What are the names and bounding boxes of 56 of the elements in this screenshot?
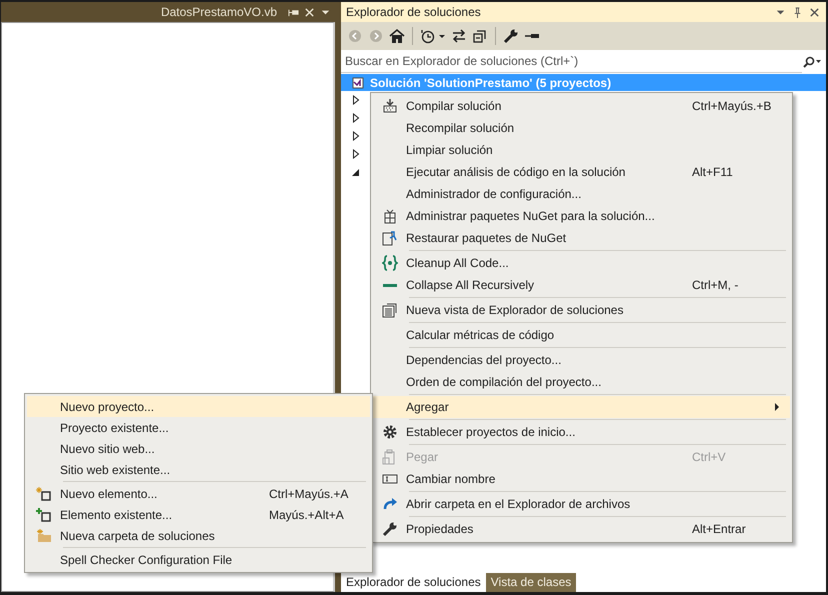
expanded-arrow-icon[interactable] [352,167,360,177]
package-icon [382,208,398,224]
menu-item[interactable]: Dependencias del proyecto... [373,349,790,371]
paste-icon [382,449,398,465]
sync-arrows-icon[interactable] [451,28,467,44]
menu-item[interactable]: Orden de compilación del proyecto... [373,371,790,393]
menu-item[interactable]: Nueva carpeta de soluciones [27,525,370,546]
menu-item[interactable]: Restaurar paquetes de NuGet [373,227,790,249]
panel-title: Explorador de soluciones [346,5,482,19]
collapsed-arrow-icon[interactable] [352,95,360,105]
menu-item[interactable]: Recompilar solución [373,117,790,139]
wrench-icon[interactable] [503,28,519,44]
collapse-all-icon[interactable] [472,28,488,44]
curved-arrow-icon [382,496,398,512]
pin-icon[interactable] [792,6,803,18]
menu-item[interactable]: Administrar paquetes NuGet para la solución... [373,205,790,227]
menu-item[interactable]: Nuevo proyecto... [27,396,370,417]
menu-item[interactable]: Compilar solución Ctrl+Mayús.+B [373,95,790,117]
menu-item[interactable]: Administrador de configuración... [373,183,790,205]
close-icon[interactable] [809,6,820,18]
new-item-icon [36,486,52,502]
menu-item[interactable]: Agregar [373,396,790,418]
menu-item[interactable]: Cambiar nombre [373,468,790,490]
menu-item[interactable]: Cleanup All Code... [373,252,790,274]
settings-icon [382,424,398,440]
document-tab-title[interactable]: DatosPrestamoVO.vb [160,5,277,19]
menu-item[interactable]: Sitio web existente... [27,459,370,480]
menu-item[interactable]: Ejecutar análisis de código en la solución Alt+F11 [373,161,790,183]
menu-item[interactable]: Collapse All Recursively Ctrl+M, - [373,274,790,296]
menu-item[interactable]: Elemento existente... Mayús.+Alt+A [27,504,370,525]
menu-item[interactable]: Nueva vista de Explorador de soluciones [373,299,790,321]
home-icon[interactable] [389,28,405,44]
menu-item[interactable]: Proyecto existente... [27,417,370,438]
menu-item[interactable]: Abrir carpeta en el Explorador de archivos [373,493,790,515]
menu-item[interactable]: Propiedades Alt+Entrar [373,518,790,540]
collapse-icon [382,284,396,286]
menu-item[interactable]: Spell Checker Configuration File [27,549,370,570]
build-icon [382,98,398,114]
menu-item[interactable]: Establecer proyectos de inicio... [373,421,790,443]
new-folder-icon [36,528,52,544]
menu-item[interactable]: Nuevo sitio web... [27,438,370,459]
panel-tab[interactable]: Vista de clases [486,573,576,592]
menu-item[interactable]: Limpiar solución [373,139,790,161]
history-icon[interactable] [420,28,436,44]
collapsed-arrow-icon[interactable] [352,113,360,123]
add-item-icon [36,506,52,522]
dropdown-icon[interactable] [438,32,446,40]
menu-item[interactable]: Calcular métricas de código [373,324,790,346]
solution-icon [352,76,364,88]
collapsed-arrow-icon[interactable] [352,131,360,141]
restore-package-icon [382,230,398,246]
menu-item[interactable]: Nuevo elemento... Ctrl+Mayús.+A [27,483,370,504]
collapsed-arrow-icon[interactable] [352,149,360,159]
new-view-icon [382,302,398,318]
wrench-icon [382,521,398,537]
braces-icon [382,255,398,271]
